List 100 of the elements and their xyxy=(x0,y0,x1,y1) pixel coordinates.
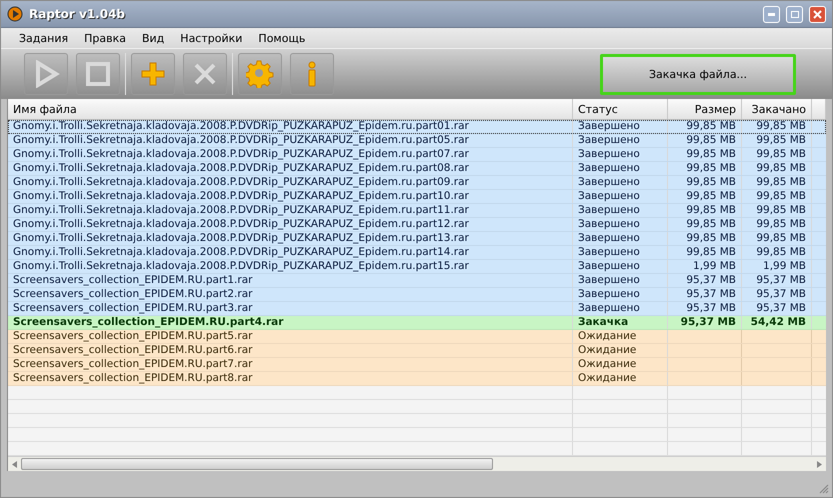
file-row[interactable]: Gnomy.i.Trolli.Sekretnaja.kladovaja.2008.P.DVDRip_PUZKARAPUZ_Epidem.ru.part05.rar Завершено 99,85 MB 99,85 MB xyxy=(8,134,826,148)
file-row[interactable]: Screensavers_collection_EPIDEM.RU.part1.rar Завершено 95,37 MB 95,37 MB xyxy=(8,274,826,288)
size-cell: 99,85 MB xyxy=(668,204,742,217)
downloaded-cell: 99,85 MB xyxy=(742,176,812,189)
file-row[interactable]: Gnomy.i.Trolli.Sekretnaja.kladovaja.2008.P.DVDRip_PUZKARAPUZ_Epidem.ru.part11.rar Завершено 99,85 MB 99,85 MB xyxy=(8,204,826,218)
file-name-cell: Screensavers_collection_EPIDEM.RU.part5.rar xyxy=(8,330,573,343)
stop-icon xyxy=(86,62,110,86)
file-name-cell: Gnomy.i.Trolli.Sekretnaja.kladovaja.2008.P.DVDRip_PUZKARAPUZ_Epidem.ru.part11.rar xyxy=(8,204,573,217)
file-row[interactable]: Gnomy.i.Trolli.Sekretnaja.kladovaja.2008.P.DVDRip_PUZKARAPUZ_Epidem.ru.part09.rar Завершено 99,85 MB 99,85 MB xyxy=(8,176,826,190)
minimize-icon xyxy=(768,12,775,16)
file-row[interactable]: Gnomy.i.Trolli.Sekretnaja.kladovaja.2008.P.DVDRip_PUZKARAPUZ_Epidem.ru.part14.rar Завершено 99,85 MB 99,85 MB xyxy=(8,246,826,260)
size-cell: 99,85 MB xyxy=(668,218,742,231)
app-icon xyxy=(7,6,23,22)
file-row[interactable]: Gnomy.i.Trolli.Sekretnaja.kladovaja.2008.P.DVDRip_PUZKARAPUZ_Epidem.ru.part01.rar Завершено 99,85 MB 99,85 MB xyxy=(8,120,826,134)
file-name-cell: Gnomy.i.Trolli.Sekretnaja.kladovaja.2008.P.DVDRip_PUZKARAPUZ_Epidem.ru.part10.rar xyxy=(8,190,573,203)
minimize-button[interactable] xyxy=(763,6,780,22)
file-name-cell: Gnomy.i.Trolli.Sekretnaja.kladovaja.2008.P.DVDRip_PUZKARAPUZ_Epidem.ru.part13.rar xyxy=(8,232,573,245)
downloaded-cell: 99,85 MB xyxy=(742,120,812,133)
status-cell: Завершено xyxy=(573,204,668,217)
downloaded-cell: 99,85 MB xyxy=(742,190,812,203)
file-name-cell: Gnomy.i.Trolli.Sekretnaja.kladovaja.2008.P.DVDRip_PUZKARAPUZ_Epidem.ru.part09.rar xyxy=(8,176,573,189)
column-header[interactable]: Имя файла xyxy=(8,99,573,119)
file-row[interactable]: Screensavers_collection_EPIDEM.RU.part3.rar Завершено 95,37 MB 95,37 MB xyxy=(8,302,826,316)
status-cell: Ожидание xyxy=(573,372,668,385)
status-cell: Завершено xyxy=(573,288,668,301)
size-cell: 99,85 MB xyxy=(668,162,742,175)
file-row[interactable]: Gnomy.i.Trolli.Sekretnaja.kladovaja.2008.P.DVDRip_PUZKARAPUZ_Epidem.ru.part10.rar Завершено 99,85 MB 99,85 MB xyxy=(8,190,826,204)
file-name-cell: Screensavers_collection_EPIDEM.RU.part7.rar xyxy=(8,358,573,371)
status-cell: Завершено xyxy=(573,190,668,203)
file-row[interactable]: Gnomy.i.Trolli.Sekretnaja.kladovaja.2008.P.DVDRip_PUZKARAPUZ_Epidem.ru.part13.rar Завершено 99,85 MB 99,85 MB xyxy=(8,232,826,246)
toolbar-button[interactable] xyxy=(131,53,175,95)
file-name-cell: Gnomy.i.Trolli.Sekretnaja.kladovaja.2008.P.DVDRip_PUZKARAPUZ_Epidem.ru.part01.rar xyxy=(8,120,573,133)
downloaded-cell: 95,37 MB xyxy=(742,302,812,315)
column-header[interactable]: Статус xyxy=(573,99,668,119)
menu-item[interactable]: Задания xyxy=(11,32,76,44)
size-cell: 99,85 MB xyxy=(668,190,742,203)
downloaded-cell: 99,85 MB xyxy=(742,232,812,245)
file-name-cell: Gnomy.i.Trolli.Sekretnaja.kladovaja.2008.P.DVDRip_PUZKARAPUZ_Epidem.ru.part15.rar xyxy=(8,260,573,273)
info-icon xyxy=(308,61,316,87)
file-row[interactable]: Gnomy.i.Trolli.Sekretnaja.kladovaja.2008.P.DVDRip_PUZKARAPUZ_Epidem.ru.part07.rar Завершено 99,85 MB 99,85 MB xyxy=(8,148,826,162)
file-row[interactable]: Screensavers_collection_EPIDEM.RU.part6.rar Ожидание xyxy=(8,344,826,358)
status-cell: Завершено xyxy=(573,162,668,175)
file-name-cell: Gnomy.i.Trolli.Sekretnaja.kladovaja.2008.P.DVDRip_PUZKARAPUZ_Epidem.ru.part12.rar xyxy=(8,218,573,231)
file-name-cell: Screensavers_collection_EPIDEM.RU.part3.rar xyxy=(8,302,573,315)
status-cell: Ожидание xyxy=(573,344,668,357)
status-cell: Завершено xyxy=(573,148,668,161)
size-cell: 99,85 MB xyxy=(668,176,742,189)
right-arrow-icon xyxy=(817,460,822,468)
size-cell: 99,85 MB xyxy=(668,148,742,161)
file-name-cell: Screensavers_collection_EPIDEM.RU.part2.rar xyxy=(8,288,573,301)
toolbar-button[interactable] xyxy=(290,53,334,95)
size-cell: 99,85 MB xyxy=(668,120,742,133)
window-title: Raptor v1.04b xyxy=(29,7,126,21)
status-cell: Завершено xyxy=(573,232,668,245)
file-row[interactable]: Gnomy.i.Trolli.Sekretnaja.kladovaja.2008.P.DVDRip_PUZKARAPUZ_Epidem.ru.part08.rar Завершено 99,85 MB 99,85 MB xyxy=(8,162,826,176)
file-name-cell: Gnomy.i.Trolli.Sekretnaja.kladovaja.2008.P.DVDRip_PUZKARAPUZ_Epidem.ru.part14.rar xyxy=(8,246,573,259)
resize-grip-icon[interactable] xyxy=(819,484,829,494)
menu-item[interactable]: Вид xyxy=(134,32,172,44)
maximize-button[interactable] xyxy=(786,6,803,22)
status-cell: Ожидание xyxy=(573,330,668,343)
downloaded-cell: 99,85 MB xyxy=(742,246,812,259)
download-status-button[interactable]: Закачка файла... xyxy=(600,54,796,94)
downloaded-cell: 99,85 MB xyxy=(742,204,812,217)
file-row[interactable]: Screensavers_collection_EPIDEM.RU.part7.rar Ожидание xyxy=(8,358,826,372)
file-name-cell: Screensavers_collection_EPIDEM.RU.part1.rar xyxy=(8,274,573,287)
file-row[interactable]: Screensavers_collection_EPIDEM.RU.part2.rar Завершено 95,37 MB 95,37 MB xyxy=(8,288,826,302)
menu-item[interactable]: Правка xyxy=(76,32,134,44)
downloaded-cell: 54,42 MB xyxy=(742,316,812,329)
downloaded-cell: 1,99 MB xyxy=(742,260,812,273)
size-cell: 99,85 MB xyxy=(668,134,742,147)
settings-icon xyxy=(246,60,274,88)
file-row[interactable]: Gnomy.i.Trolli.Sekretnaja.kladovaja.2008.P.DVDRip_PUZKARAPUZ_Epidem.ru.part15.rar Завершено 1,99 MB 1,99 MB xyxy=(8,260,826,274)
size-cell: 95,37 MB xyxy=(668,288,742,301)
toolbar-button[interactable] xyxy=(238,53,282,95)
status-cell: Завершено xyxy=(573,274,668,287)
status-cell: Завершено xyxy=(573,176,668,189)
size-cell: 95,37 MB xyxy=(668,274,742,287)
menu-item[interactable]: Настройки xyxy=(172,32,250,44)
close-button[interactable] xyxy=(809,6,826,22)
downloaded-cell: 95,37 MB xyxy=(742,274,812,287)
scrollbar-thumb[interactable] xyxy=(21,458,493,470)
close-icon xyxy=(194,63,216,85)
status-cell: Завершено xyxy=(573,260,668,273)
size-cell: 95,37 MB xyxy=(668,316,742,329)
file-name-cell: Screensavers_collection_EPIDEM.RU.part4.rar xyxy=(8,316,573,329)
downloaded-cell: 99,85 MB xyxy=(742,218,812,231)
left-arrow-icon xyxy=(12,460,17,468)
column-header[interactable]: Размер xyxy=(668,99,742,119)
file-row[interactable]: Screensavers_collection_EPIDEM.RU.part4.rar Закачка 95,37 MB 54,42 MB xyxy=(8,316,826,330)
file-row[interactable]: Screensavers_collection_EPIDEM.RU.part5.rar Ожидание xyxy=(8,330,826,344)
file-name-cell: Gnomy.i.Trolli.Sekretnaja.kladovaja.2008.P.DVDRip_PUZKARAPUZ_Epidem.ru.part08.rar xyxy=(8,162,573,175)
size-cell: 99,85 MB xyxy=(668,246,742,259)
column-header[interactable]: Закачано xyxy=(742,99,812,119)
downloaded-cell: 99,85 MB xyxy=(742,134,812,147)
status-cell: Закачка xyxy=(573,316,668,329)
menu-item[interactable]: Помощь xyxy=(250,32,314,44)
file-row[interactable]: Gnomy.i.Trolli.Sekretnaja.kladovaja.2008.P.DVDRip_PUZKARAPUZ_Epidem.ru.part12.rar Завершено 99,85 MB 99,85 MB xyxy=(8,218,826,232)
file-row[interactable]: Screensavers_collection_EPIDEM.RU.part8.rar Ожидание xyxy=(8,372,826,386)
status-cell: Завершено xyxy=(573,120,668,133)
horizontal-scrollbar[interactable] xyxy=(8,456,826,471)
